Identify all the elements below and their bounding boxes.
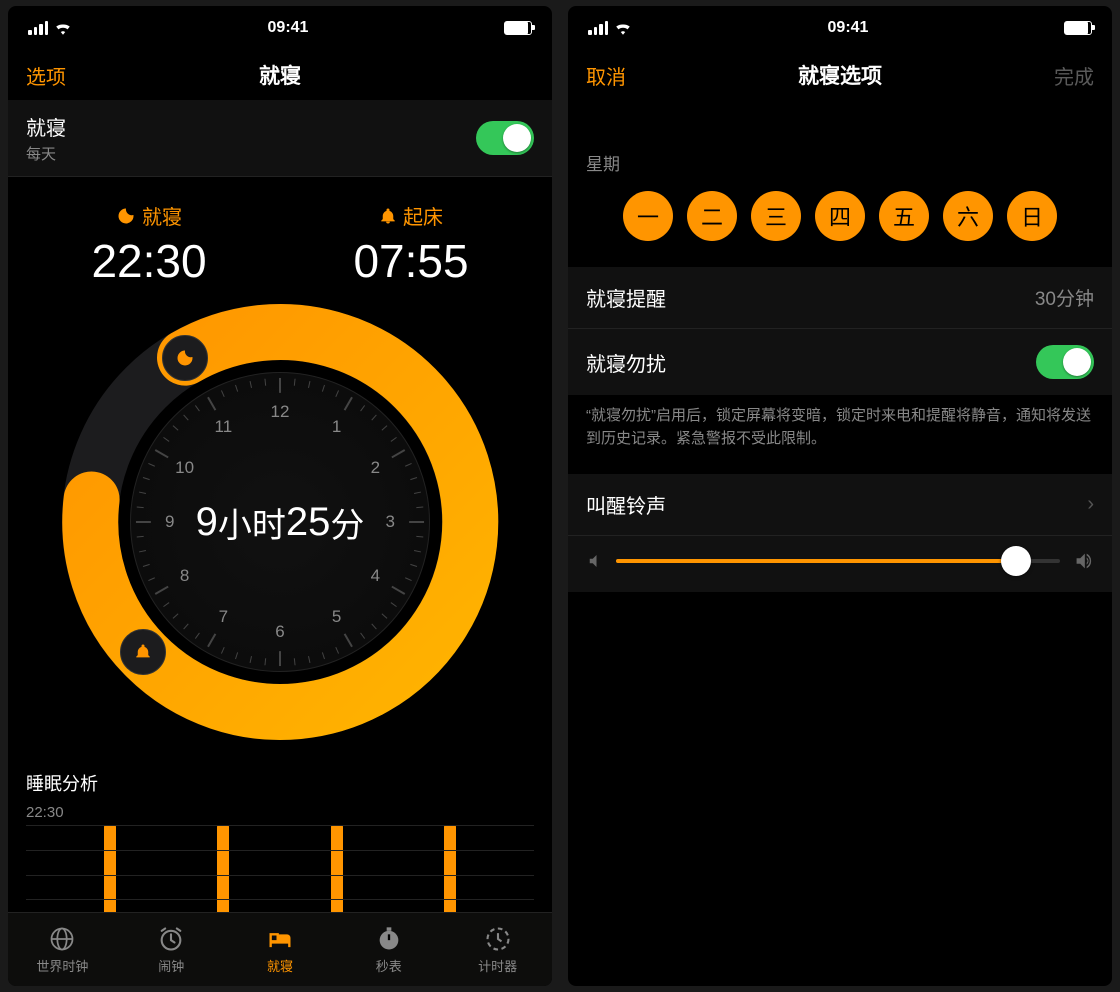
wifi-icon (614, 21, 632, 35)
wifi-icon (54, 21, 72, 35)
day-pill-5[interactable]: 六 (943, 191, 993, 241)
alarm-icon (157, 925, 185, 953)
bedtime-master-row: 就寝 每天 (8, 100, 552, 177)
volume-high-icon (1072, 550, 1094, 572)
dnd-toggle[interactable] (1036, 345, 1094, 379)
status-time: 09:41 (828, 19, 869, 37)
wake-value: 07:55 (353, 234, 468, 288)
moon-icon (116, 206, 136, 226)
analysis-title: 睡眠分析 (26, 770, 534, 796)
bedtime-reminder-row[interactable]: 就寝提醒 30分钟 (568, 267, 1112, 329)
sound-label: 叫醒铃声 (586, 490, 666, 519)
days-header: 星期 (568, 100, 1112, 185)
bedtime-master-label: 就寝 (26, 112, 66, 141)
timer-icon (484, 925, 512, 953)
nav-title: 就寝 (8, 60, 552, 90)
status-bar: 09:41 (568, 6, 1112, 50)
reminder-label: 就寝提醒 (586, 283, 666, 312)
nav-bar: 选项 就寝 (8, 50, 552, 100)
cancel-button[interactable]: 取消 (586, 61, 626, 90)
day-pill-6[interactable]: 日 (1007, 191, 1057, 241)
day-pill-0[interactable]: 一 (623, 191, 673, 241)
time-readout: 就寝 22:30 起床 07:55 (8, 177, 552, 294)
day-pill-2[interactable]: 三 (751, 191, 801, 241)
tab-label: 闹钟 (158, 956, 184, 975)
bell-icon (379, 207, 397, 225)
tab-bedtime[interactable]: 就寝 (226, 913, 335, 986)
bedtime-options-screen: 09:41 取消 就寝选项 完成 星期 一二三四五六日 就寝提醒 30分钟 就寝… (568, 6, 1112, 986)
status-time: 09:41 (268, 19, 309, 37)
stopwatch-icon (375, 925, 403, 953)
volume-low-icon (586, 552, 604, 570)
nav-title: 就寝选项 (568, 60, 1112, 90)
bedtime-label: 就寝 (142, 201, 182, 230)
tab-world-clock[interactable]: 世界时钟 (8, 913, 117, 986)
day-pill-3[interactable]: 四 (815, 191, 865, 241)
cellular-icon (28, 21, 48, 35)
dnd-footer: “就寝勿扰”启用后，锁定屏幕将变暗，锁定时来电和提醒将静音，通知将发送到历史记录… (568, 395, 1112, 474)
bedtime-handle[interactable] (162, 335, 208, 381)
chevron-right-icon: › (1087, 493, 1094, 516)
tab-stopwatch[interactable]: 秒表 (334, 913, 443, 986)
dnd-label: 就寝勿扰 (586, 348, 666, 377)
tab-timer[interactable]: 计时器 (443, 913, 552, 986)
tab-label: 计时器 (478, 956, 517, 975)
bed-icon (266, 925, 294, 953)
day-pill-4[interactable]: 五 (879, 191, 929, 241)
bedtime-value: 22:30 (91, 234, 206, 288)
days-row: 一二三四五六日 (568, 185, 1112, 267)
bedtime-master-sub: 每天 (26, 143, 66, 164)
nav-bar: 取消 就寝选项 完成 (568, 50, 1112, 100)
day-pill-1[interactable]: 二 (687, 191, 737, 241)
tab-label: 就寝 (267, 956, 293, 975)
wake-label: 起床 (403, 201, 443, 230)
clock-face: 12 1 2 3 4 5 6 7 8 9 10 11 9小时25分 (130, 372, 430, 672)
bedtime-dnd-row: 就寝勿扰 (568, 329, 1112, 395)
battery-icon (504, 21, 532, 35)
volume-slider[interactable] (616, 559, 1060, 563)
bedtime-master-toggle[interactable] (476, 121, 534, 155)
wake-sound-row[interactable]: 叫醒铃声 › (568, 474, 1112, 536)
reminder-value: 30分钟 (1035, 284, 1094, 311)
tab-label: 秒表 (376, 956, 402, 975)
bedtime-screen: 09:41 选项 就寝 就寝 每天 就寝 22:30 (8, 6, 552, 986)
duration-text: 9小时25分 (131, 373, 429, 671)
battery-icon (1064, 21, 1092, 35)
volume-row (568, 536, 1112, 592)
done-button[interactable]: 完成 (1054, 61, 1094, 90)
analysis-chart (26, 825, 534, 912)
cellular-icon (588, 21, 608, 35)
sleep-analysis: 睡眠分析 22:30 (8, 762, 552, 912)
globe-icon (48, 925, 76, 953)
analysis-axis-label: 22:30 (26, 804, 534, 821)
status-bar: 09:41 (8, 6, 552, 50)
tab-bar: 世界时钟 闹钟 就寝 秒表 计时器 (8, 912, 552, 986)
sleep-dial[interactable]: 12 1 2 3 4 5 6 7 8 9 10 11 9小时25分 (60, 302, 500, 742)
wake-handle[interactable] (120, 629, 166, 675)
tab-alarm[interactable]: 闹钟 (117, 913, 226, 986)
options-button[interactable]: 选项 (26, 61, 66, 90)
tab-label: 世界时钟 (36, 956, 88, 975)
